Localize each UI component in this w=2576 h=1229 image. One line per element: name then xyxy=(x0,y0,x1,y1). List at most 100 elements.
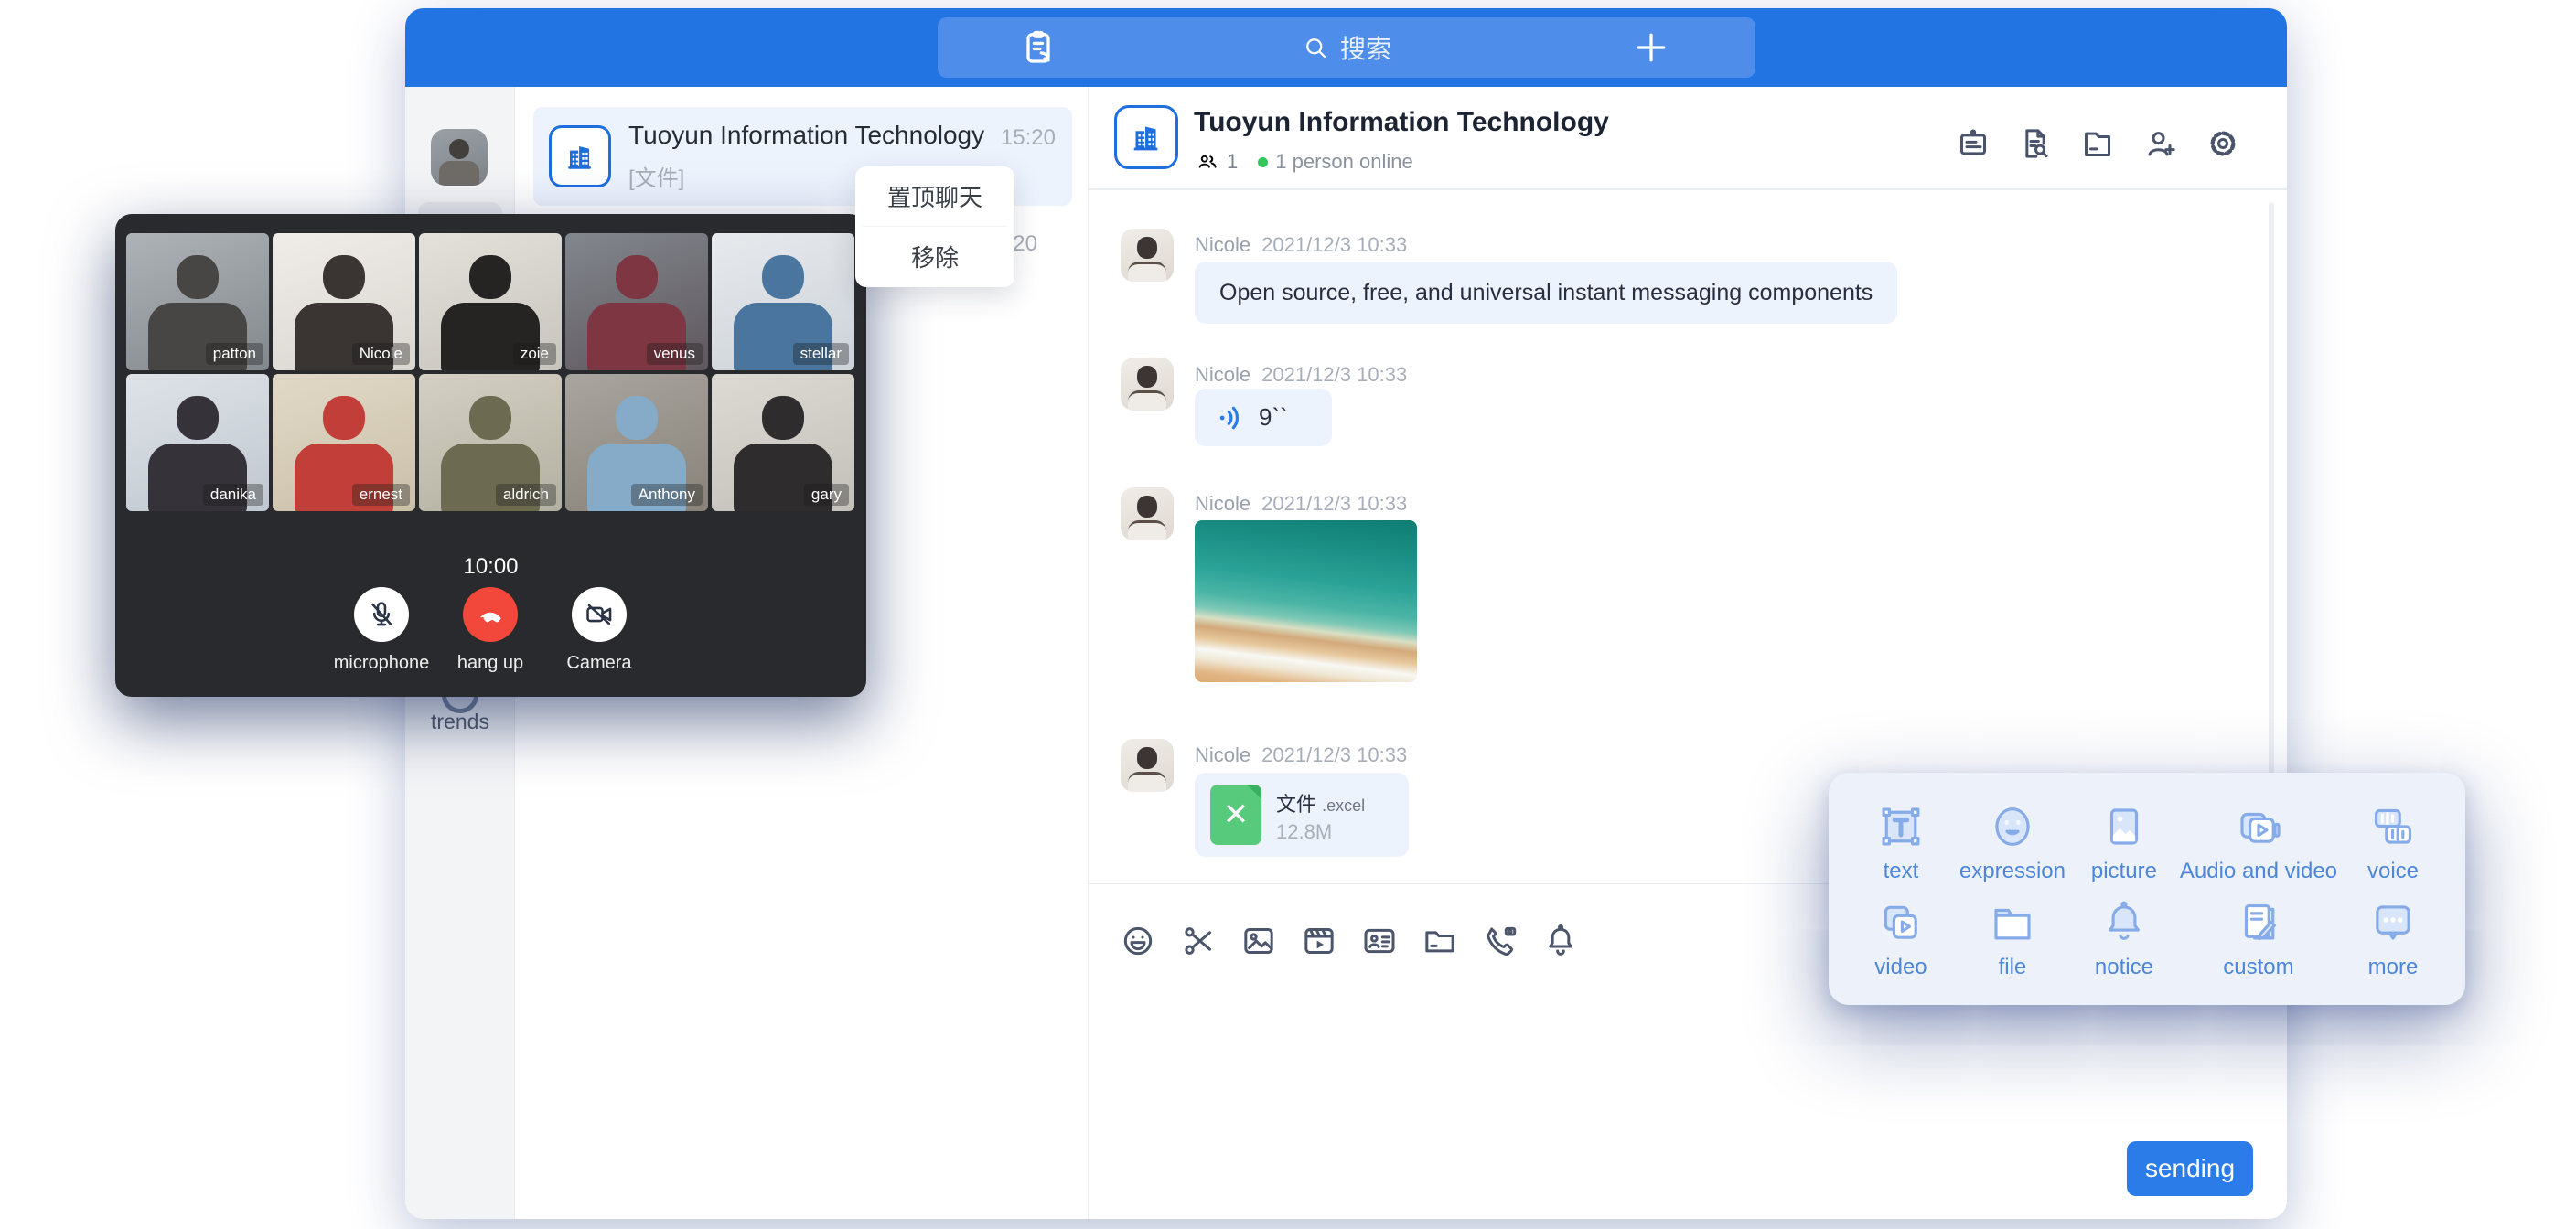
video-tile: aldrich xyxy=(419,374,562,511)
group-avatar-icon xyxy=(1114,105,1178,169)
add-member-icon[interactable] xyxy=(2142,125,2179,162)
participant-name: Anthony xyxy=(631,484,703,506)
video-tile: danika xyxy=(126,374,269,511)
search-icon xyxy=(1302,34,1329,61)
message-timestamp: 2021/12/3 10:33 xyxy=(1261,492,1407,515)
chat-subheader: 1 1 person online xyxy=(1196,150,1413,174)
video-tile: Anthony xyxy=(565,374,708,511)
voice-message-bubble[interactable]: 9`` xyxy=(1195,389,1332,446)
hang-up-icon xyxy=(475,599,506,630)
participant-name: Nicole xyxy=(352,343,410,365)
notification-bell-icon[interactable] xyxy=(1542,923,1579,959)
participant-name: aldrich xyxy=(496,484,556,506)
online-dot xyxy=(1258,157,1268,167)
popup-item-voice[interactable]: voice xyxy=(2337,795,2449,891)
group-avatar-icon xyxy=(549,125,611,187)
video-tile: patton xyxy=(126,233,269,370)
message-type-popup: text expression picture Audio and video xyxy=(1829,773,2465,1005)
chat-record-search-icon[interactable] xyxy=(2017,125,2054,162)
call-timer: 10:00 xyxy=(115,554,866,580)
group-file-icon[interactable] xyxy=(2079,125,2116,162)
avatar[interactable] xyxy=(1121,229,1174,282)
popup-item-audio-video[interactable]: Audio and video xyxy=(2180,795,2337,891)
image-message-beach-photo[interactable] xyxy=(1195,520,1417,682)
menu-item-pin-chat[interactable]: 置顶聊天 xyxy=(855,166,1014,226)
group-notice-icon[interactable] xyxy=(1955,125,1991,162)
video-tile: zoie xyxy=(419,233,562,370)
popup-item-more[interactable]: more xyxy=(2337,891,2449,987)
audio-video-icon xyxy=(2234,802,2283,851)
video-call-icon[interactable] xyxy=(1482,923,1519,959)
popup-item-notice[interactable]: notice xyxy=(2068,891,2180,987)
video-call-window: patton Nicole zoie venus stellar danika … xyxy=(115,214,866,697)
popup-item-expression[interactable]: expression xyxy=(1957,795,2068,891)
search-placeholder[interactable]: 搜索 xyxy=(1340,29,1391,66)
message-meta: Nicole2021/12/3 10:33 xyxy=(1195,743,1407,767)
video-tile: gary xyxy=(712,374,854,511)
participant-name: venus xyxy=(647,343,703,365)
hang-up-button[interactable] xyxy=(463,587,518,642)
text-message-bubble[interactable]: Open source, free, and universal instant… xyxy=(1195,262,1897,324)
file-name: 文件 .excel xyxy=(1276,788,1365,818)
sender-name: Nicole xyxy=(1195,492,1250,515)
voice-duration: 9`` xyxy=(1259,403,1288,432)
chat-title: Tuoyun Information Technology xyxy=(1194,107,1609,138)
voice-icon xyxy=(2368,802,2418,851)
video-tile: venus xyxy=(565,233,708,370)
settings-icon[interactable] xyxy=(2205,125,2241,162)
send-button[interactable]: sending xyxy=(2127,1141,2253,1196)
custom-icon xyxy=(2234,898,2283,947)
conversation-title: Tuoyun Information Technology xyxy=(628,121,984,150)
voice-wave-icon xyxy=(1217,403,1246,433)
conversation-last-message: [文件] xyxy=(628,160,684,192)
picture-icon[interactable] xyxy=(1240,923,1277,959)
text-icon xyxy=(1876,802,1926,851)
camera-mute-button[interactable] xyxy=(572,587,627,642)
video-tile: stellar xyxy=(712,233,854,370)
file-message-bubble[interactable]: ✕ 文件 .excel 12.8M xyxy=(1195,773,1409,857)
file-icon xyxy=(1988,898,2037,947)
sender-name: Nicole xyxy=(1195,233,1250,256)
search-bar[interactable]: 搜索 xyxy=(938,17,1755,78)
popup-item-custom[interactable]: custom xyxy=(2180,891,2337,987)
emoji-icon[interactable] xyxy=(1120,923,1156,959)
trends-label[interactable]: trends xyxy=(405,710,515,734)
microphone-mute-button[interactable] xyxy=(354,587,409,642)
contact-card-icon[interactable] xyxy=(1361,923,1398,959)
video-tile: Nicole xyxy=(273,233,415,370)
participant-name: gary xyxy=(804,484,849,506)
more-icon xyxy=(2368,898,2418,947)
video-tile: ernest xyxy=(273,374,415,511)
message-timestamp: 2021/12/3 10:33 xyxy=(1261,743,1407,766)
message-timestamp: 2021/12/3 10:33 xyxy=(1261,233,1407,256)
popup-item-picture[interactable]: picture xyxy=(2068,795,2180,891)
screenshot-scissors-icon[interactable] xyxy=(1180,923,1217,959)
excel-file-icon: ✕ xyxy=(1210,785,1261,845)
avatar[interactable] xyxy=(1121,739,1174,792)
video-clip-icon[interactable] xyxy=(1301,923,1337,959)
popup-item-text[interactable]: text xyxy=(1845,795,1957,891)
user-avatar[interactable] xyxy=(431,129,488,186)
conversation-context-menu: 置顶聊天 移除 xyxy=(855,166,1014,287)
participant-grid: patton Nicole zoie venus stellar danika … xyxy=(126,233,855,511)
participant-name: zoie xyxy=(513,343,556,365)
video-icon xyxy=(1876,898,1926,947)
folder-icon[interactable] xyxy=(1422,923,1458,959)
expression-icon xyxy=(1988,802,2037,851)
message-timestamp: 2021/12/3 10:33 xyxy=(1261,363,1407,386)
avatar[interactable] xyxy=(1121,487,1174,540)
popup-item-file[interactable]: file xyxy=(1957,891,2068,987)
header-divider xyxy=(1089,188,2287,190)
plus-icon[interactable] xyxy=(1631,27,1671,68)
participant-name: ernest xyxy=(352,484,410,506)
notice-bell-icon xyxy=(2099,898,2149,947)
avatar[interactable] xyxy=(1121,358,1174,411)
member-count: 1 xyxy=(1227,150,1238,174)
participant-name: patton xyxy=(206,343,263,365)
popup-item-video[interactable]: video xyxy=(1845,891,1957,987)
online-status: 1 person online xyxy=(1275,150,1412,174)
menu-item-remove[interactable]: 移除 xyxy=(855,227,1014,286)
picture-blue-icon xyxy=(2099,802,2149,851)
message-meta: Nicole2021/12/3 10:33 xyxy=(1195,363,1407,387)
file-size: 12.8M xyxy=(1276,820,1332,844)
